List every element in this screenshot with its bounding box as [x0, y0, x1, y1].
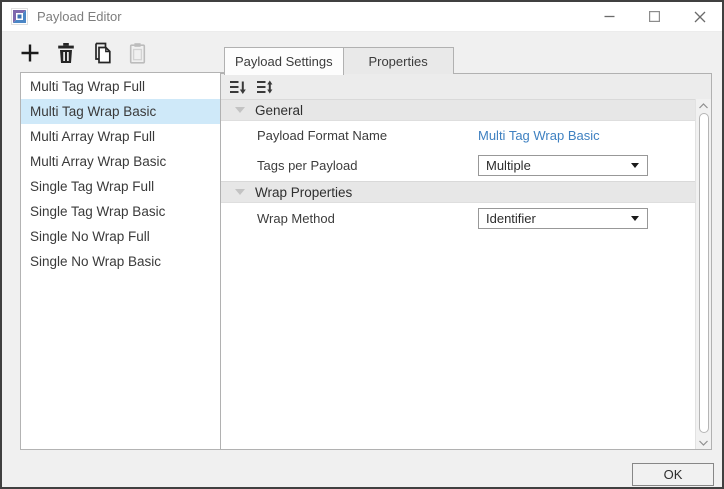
vertical-scrollbar[interactable] — [695, 99, 711, 449]
categorize-button[interactable] — [255, 77, 275, 97]
paste-payload-button[interactable] — [124, 39, 151, 66]
list-item[interactable]: Single No Wrap Full — [21, 224, 231, 249]
minimize-icon — [604, 11, 615, 22]
section-header-general[interactable]: General — [221, 99, 695, 121]
chevron-down-icon — [699, 440, 708, 446]
property-grid-toolbar — [221, 74, 711, 99]
sort-button[interactable] — [228, 77, 248, 97]
property-label: Tags per Payload — [221, 158, 478, 173]
tab-properties[interactable]: Properties — [344, 47, 454, 74]
scrollbar-thumb[interactable] — [699, 113, 709, 433]
plus-icon — [19, 42, 41, 64]
payload-settings-panel: General Payload Format Name Multi Tag Wr… — [220, 73, 712, 450]
payload-editor-window: Payload Editor — [0, 0, 724, 489]
property-grid: General Payload Format Name Multi Tag Wr… — [221, 99, 695, 449]
chevron-down-icon — [631, 163, 639, 168]
trash-icon — [56, 42, 76, 64]
property-label: Wrap Method — [221, 211, 478, 226]
title-bar: Payload Editor — [2, 2, 722, 32]
section-header-wrap-properties[interactable]: Wrap Properties — [221, 181, 695, 203]
list-item[interactable]: Multi Array Wrap Full — [21, 124, 231, 149]
chevron-up-icon — [699, 103, 708, 109]
close-button[interactable] — [677, 2, 722, 31]
list-item[interactable]: Single No Wrap Basic — [21, 249, 231, 274]
payload-toolbar — [16, 39, 151, 66]
ok-button[interactable]: OK — [632, 463, 714, 486]
window-title: Payload Editor — [37, 9, 122, 24]
maximize-icon — [649, 11, 660, 22]
list-item[interactable]: Single Tag Wrap Full — [21, 174, 231, 199]
sort-ascending-descending-icon — [256, 79, 274, 95]
list-item-selected[interactable]: Multi Tag Wrap Basic — [21, 99, 231, 124]
copy-payload-button[interactable] — [88, 39, 115, 66]
section-title: General — [255, 103, 303, 118]
window-controls — [587, 2, 722, 31]
copy-icon — [92, 42, 112, 64]
close-icon — [694, 11, 706, 23]
collapse-arrow-icon — [235, 189, 245, 195]
section-title: Wrap Properties — [255, 185, 352, 200]
scroll-down-button[interactable] — [696, 436, 711, 449]
sort-descending-icon — [229, 79, 247, 95]
property-row: Tags per Payload Multiple — [221, 150, 695, 181]
minimize-button[interactable] — [587, 2, 632, 31]
property-label: Payload Format Name — [221, 128, 478, 143]
payload-format-list: Multi Tag Wrap Full Multi Tag Wrap Basic… — [20, 72, 232, 450]
wrap-method-dropdown[interactable]: Identifier — [478, 208, 648, 229]
scroll-up-button[interactable] — [696, 99, 711, 112]
list-item[interactable]: Multi Tag Wrap Full — [21, 74, 231, 99]
add-payload-button[interactable] — [16, 39, 43, 66]
payload-format-name-link[interactable]: Multi Tag Wrap Basic — [478, 128, 600, 143]
list-item[interactable]: Single Tag Wrap Basic — [21, 199, 231, 224]
property-row: Payload Format Name Multi Tag Wrap Basic — [221, 121, 695, 150]
property-row: Wrap Method Identifier — [221, 203, 695, 234]
dropdown-value: Identifier — [486, 211, 536, 226]
paste-icon — [128, 42, 147, 64]
list-item[interactable]: Multi Array Wrap Basic — [21, 149, 231, 174]
collapse-arrow-icon — [235, 107, 245, 113]
dropdown-value: Multiple — [486, 158, 531, 173]
maximize-button[interactable] — [632, 2, 677, 31]
delete-payload-button[interactable] — [52, 39, 79, 66]
tags-per-payload-dropdown[interactable]: Multiple — [478, 155, 648, 176]
tab-payload-settings[interactable]: Payload Settings — [224, 47, 344, 75]
chevron-down-icon — [631, 216, 639, 221]
app-logo-icon — [11, 8, 28, 25]
settings-tab-bar: Payload Settings Properties — [224, 47, 454, 74]
